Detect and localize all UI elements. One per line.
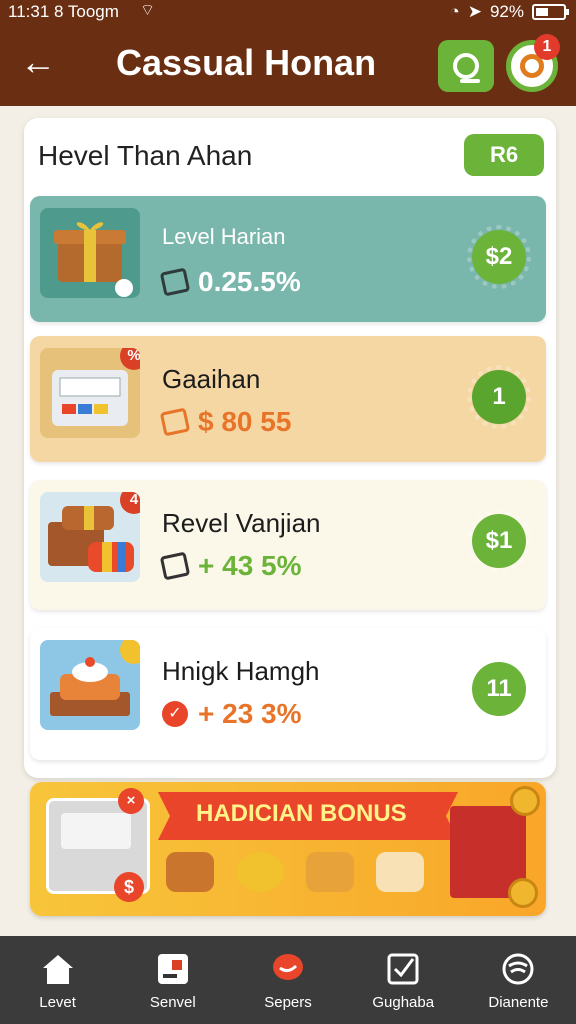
wifi-icon: ⌔	[140, 2, 156, 19]
card-value-row: + 43 5%	[159, 550, 302, 582]
status-bar: 11:31 8 Toogm ⌔ ◔ ➤ 92%	[0, 0, 576, 26]
coin-icon	[508, 878, 538, 908]
cake-slice-icon	[376, 852, 424, 892]
level-card[interactable]: % Gaaihan $ 80 55 1	[30, 336, 546, 462]
home-icon	[42, 955, 73, 984]
level-card[interactable]: Level Harian 0.25.5% $2	[30, 196, 546, 322]
nav-item-senvel[interactable]: Senvel	[115, 936, 230, 1024]
ticket-icon	[159, 267, 191, 297]
status-right: ◔ ➤ 92%	[449, 2, 569, 22]
cupcake-icon	[306, 852, 354, 892]
card-value-row: ✓ + 23 3%	[162, 698, 302, 730]
search-button[interactable]	[438, 40, 494, 92]
back-arrow-icon[interactable]: ←	[20, 40, 64, 84]
nav-item-gughaba[interactable]: Gughaba	[346, 936, 461, 1024]
card-title: Level Harian	[162, 224, 286, 249]
reward-seal[interactable]: $2	[467, 225, 531, 289]
signal-icon	[502, 953, 534, 985]
card-value-row: $ 80 55	[159, 406, 292, 438]
status-time: 11:31 8 Toogm	[8, 2, 119, 21]
reward-seal[interactable]: 11	[467, 657, 531, 721]
checklist-icon	[387, 953, 419, 985]
bonus-banner[interactable]: × $ HADICIAN BONUS	[30, 782, 546, 916]
location-icon: ➤	[467, 2, 482, 21]
nav-item-dianente[interactable]: Dianente	[461, 936, 576, 1024]
check-icon: ✓	[162, 701, 188, 727]
cash-register-thumbnail: %	[40, 348, 140, 438]
panel-action-button[interactable]: R6	[464, 134, 544, 176]
app-header: 11:31 8 Toogm ⌔ ◔ ➤ 92% ← Cassual Honan …	[0, 0, 576, 106]
coin-stack-icon	[236, 852, 284, 892]
card-title: Hnigk Hamgh	[162, 656, 320, 686]
card-value: + 43 5%	[198, 550, 302, 581]
nav-label: Gughaba	[372, 994, 435, 1011]
card-value: 0.25.5%	[198, 266, 301, 297]
search-icon	[453, 53, 480, 83]
reward-seal[interactable]: 1	[467, 365, 531, 429]
nav-label: Senvel	[149, 994, 196, 1011]
bottom-nav: Levet Senvel Sepers Gughaba Dianente	[0, 936, 576, 1024]
card-value-row: 0.25.5%	[159, 266, 301, 298]
panel-title: Hevel Than Ahan	[38, 140, 253, 171]
alarm-icon: ◔	[449, 2, 460, 21]
reward-seal[interactable]: $1	[467, 509, 531, 573]
card-value: $ 80 55	[198, 406, 292, 437]
nav-item-levet[interactable]: Levet	[0, 936, 115, 1024]
level-card[interactable]: Hnigk Hamgh ✓ + 23 3% 11	[30, 628, 546, 760]
nav-label: Dianente	[488, 994, 549, 1011]
treasure-chest-thumbnail: 4	[40, 492, 140, 582]
chat-icon	[273, 954, 303, 980]
battery-icon	[532, 4, 569, 20]
ticket-icon	[159, 407, 191, 437]
banner-title: HADICIAN BONUS	[196, 800, 407, 827]
nav-label: Sepers	[264, 994, 312, 1011]
ticket-icon	[159, 551, 191, 581]
gift-box-thumbnail	[40, 208, 140, 298]
card-icon	[157, 954, 188, 984]
level-card[interactable]: 4 Revel Vanjian + 43 5% $1	[30, 480, 546, 610]
card-value: + 23 3%	[198, 698, 302, 729]
card-title: Gaaihan	[162, 364, 261, 394]
nav-item-sepers[interactable]: Sepers	[230, 936, 345, 1024]
bread-icon	[166, 852, 214, 892]
cake-thumbnail	[40, 640, 140, 730]
notification-badge: 1	[534, 34, 560, 60]
nav-label: Levet	[39, 994, 76, 1011]
battery-percent: 92%	[489, 2, 524, 21]
card-title: Revel Vanjian	[162, 508, 321, 538]
coin-icon	[510, 786, 540, 816]
dollar-coin-icon: $	[114, 872, 144, 902]
page-title: Cassual Honan	[116, 42, 377, 83]
close-badge-icon: ×	[118, 788, 144, 814]
